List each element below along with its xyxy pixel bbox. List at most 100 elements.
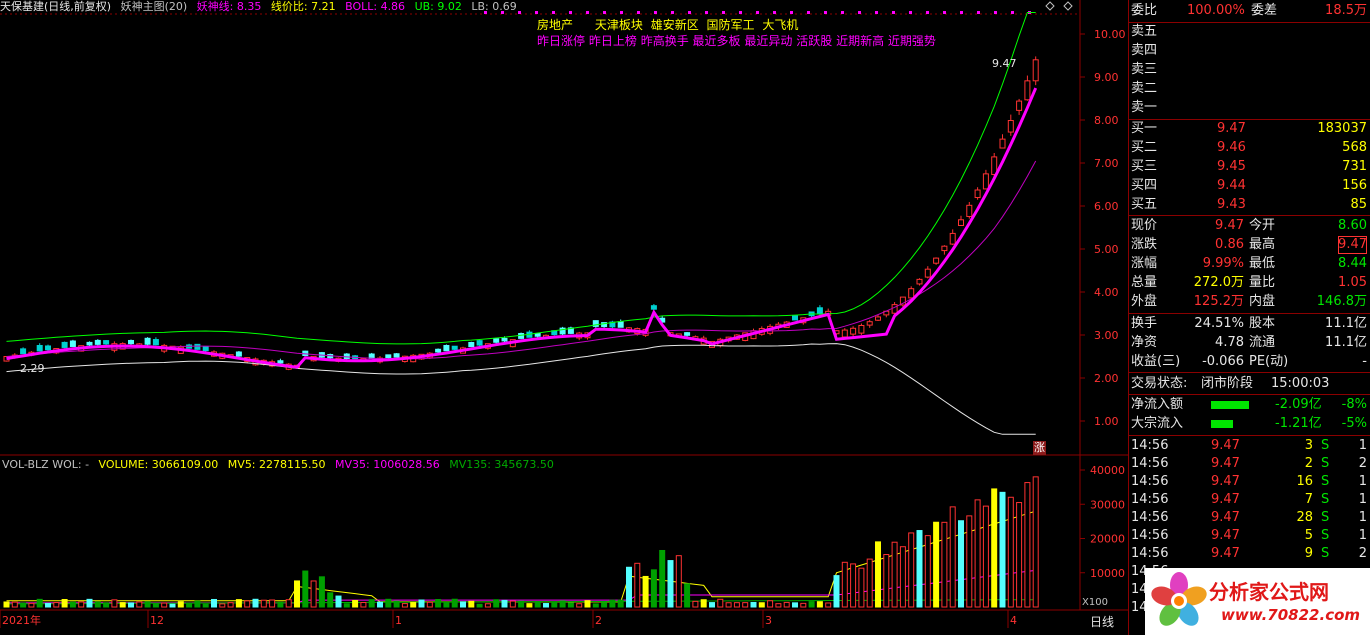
candle — [924, 268, 931, 278]
candle — [858, 324, 865, 334]
candle — [343, 353, 350, 359]
tick-volume: 28 — [1296, 510, 1313, 525]
volume-bar — [675, 555, 682, 608]
signal-tag[interactable]: 昨高换手 — [641, 34, 689, 48]
bid-row[interactable]: 买四 9.44 156 — [1129, 177, 1370, 195]
signal-tag[interactable]: 近期新高 — [836, 34, 884, 48]
tick-side: S — [1321, 456, 1330, 471]
volume-bar — [974, 499, 981, 608]
price-axis-label: 1.00 — [1094, 415, 1119, 428]
quote-value: 9.99% — [1202, 256, 1244, 271]
ask-row[interactable]: 卖五 — [1129, 23, 1370, 41]
bid-row[interactable]: 买三 9.45 731 — [1129, 158, 1370, 176]
candle — [493, 338, 500, 343]
stock-title[interactable]: 天保基建(日线,前复权) — [0, 0, 111, 13]
trade-status: 交易状态: 闭市阶段 15:00:03 — [1129, 375, 1370, 393]
volume-bar — [808, 601, 815, 608]
limit-up-badge[interactable]: 涨 — [1033, 441, 1046, 455]
tick-row[interactable]: 14:56 9.47 3 S 1 — [1129, 437, 1370, 455]
fund-value: 4.78 — [1215, 335, 1244, 350]
volume-bar — [227, 602, 234, 608]
tick-row[interactable]: 14:56 9.47 9 S 2 — [1129, 545, 1370, 563]
signal-mark — [637, 11, 640, 14]
signal-tag[interactable]: 活跃股 — [796, 34, 832, 48]
candle — [451, 345, 458, 350]
tick-row[interactable]: 14:56 9.47 5 S 1 — [1129, 527, 1370, 545]
volume-bar — [991, 488, 998, 608]
volume-bar — [318, 576, 325, 608]
concept-tag[interactable]: 天津板块 — [595, 18, 643, 32]
volume-bar — [592, 603, 599, 608]
bid-price: 9.43 — [1217, 197, 1246, 212]
ask-row[interactable]: 卖三 — [1129, 61, 1370, 79]
volume-bar — [800, 602, 807, 608]
kline-chart[interactable]: 10.00 9.00 8.00 7.00 6.00 5.00 4.00 3.00 2.00 1.0… — [0, 0, 1128, 635]
tick-side: S — [1321, 492, 1330, 507]
chart-area[interactable]: 10.00 9.00 8.00 7.00 6.00 5.00 4.00 3.00 2.00 1.0… — [0, 0, 1128, 635]
bid-row[interactable]: 买一 9.47 183037 — [1129, 120, 1370, 138]
ask-row[interactable]: 卖一 — [1129, 99, 1370, 117]
signal-tag[interactable]: 最近多板 — [693, 34, 741, 48]
volume-bar — [368, 599, 375, 608]
diamond-icon[interactable] — [1045, 1, 1055, 11]
volume-bar — [626, 566, 632, 608]
tick-row[interactable]: 14:56 9.47 2 S 2 — [1129, 455, 1370, 473]
ask-row[interactable]: 卖二 — [1129, 80, 1370, 98]
flower-icon — [1151, 572, 1207, 626]
candle — [152, 339, 159, 346]
signal-tag[interactable]: 昨日上榜 — [589, 34, 637, 48]
signal-mark — [603, 11, 606, 14]
signal-tag[interactable]: 近期强势 — [888, 34, 936, 48]
quote-value: 8.44 — [1338, 256, 1367, 271]
concept-tag[interactable]: 大飞机 — [762, 18, 798, 32]
candle — [916, 278, 923, 285]
volume-bar — [61, 599, 68, 608]
bid-price: 9.47 — [1217, 121, 1246, 136]
period-tab[interactable]: 日线 — [1090, 613, 1114, 630]
candle — [45, 345, 51, 351]
bid-row[interactable]: 买二 9.46 568 — [1129, 139, 1370, 157]
price-axis-label: 4.00 — [1094, 286, 1119, 299]
volume-bar — [642, 575, 649, 608]
signal-mark — [892, 11, 895, 14]
diamond-icon[interactable] — [1063, 1, 1073, 11]
volume-item-3: MV135: 345673.50 — [449, 458, 554, 471]
concept-tag[interactable]: 国防军工 — [707, 18, 755, 32]
volume-bar — [111, 599, 118, 608]
indicator-name[interactable]: 妖神主图(20) — [121, 0, 188, 13]
time-axis-label: 4 — [1010, 614, 1017, 627]
quote-label: 外盘 — [1131, 294, 1158, 309]
candle — [476, 340, 483, 346]
tick-row[interactable]: 14:56 9.47 7 S 1 — [1129, 491, 1370, 509]
volume-axis-label: 30000 — [1090, 498, 1125, 511]
ask-row[interactable]: 卖四 — [1129, 42, 1370, 60]
volume-indicator-name[interactable]: VOL-BLZ WOL: - — [2, 458, 89, 471]
price-axis-label: 8.00 — [1094, 114, 1119, 127]
volume-bar — [584, 600, 591, 608]
volume-bar — [717, 598, 724, 608]
boll-mid-line — [6, 160, 1037, 360]
tick-row[interactable]: 14:56 9.47 16 S 1 — [1129, 473, 1370, 491]
signal-mark — [552, 11, 555, 14]
fundamental-row: 净资 4.78 流通 11.1亿 — [1129, 334, 1370, 352]
ask-label: 卖二 — [1131, 81, 1158, 96]
tick-row[interactable]: 14:56 9.47 28 S 1 — [1129, 509, 1370, 527]
fund-flow-row: 净流入额 -2.09亿 -8% — [1129, 396, 1370, 414]
tick-price: 9.47 — [1211, 528, 1240, 543]
signal-mark — [790, 11, 793, 14]
signal-tag[interactable]: 昨日涨停 — [537, 34, 585, 48]
bid-price: 9.44 — [1217, 178, 1246, 193]
volume-bar — [924, 535, 931, 608]
site-logo[interactable]: 分析家公式网 www.70822.com — [1145, 568, 1370, 635]
candle — [850, 327, 857, 335]
price-axis-label: 9.00 — [1094, 71, 1119, 84]
concept-tag[interactable]: 房地产 — [537, 18, 573, 32]
volume-bar — [468, 600, 475, 608]
bid-row[interactable]: 买五 9.43 85 — [1129, 196, 1370, 214]
ask-label: 卖五 — [1131, 24, 1158, 39]
header-item-0: 妖神线: 8.35 — [196, 0, 262, 13]
signal-tag[interactable]: 最近异动 — [744, 34, 792, 48]
candle — [941, 245, 948, 252]
signal-tags: 昨日涨停 昨日上榜 昨高换手 最近多板 最近异动 活跃股 近期新高 近期强势 — [537, 32, 936, 49]
concept-tag[interactable]: 雄安新区 — [651, 18, 699, 32]
